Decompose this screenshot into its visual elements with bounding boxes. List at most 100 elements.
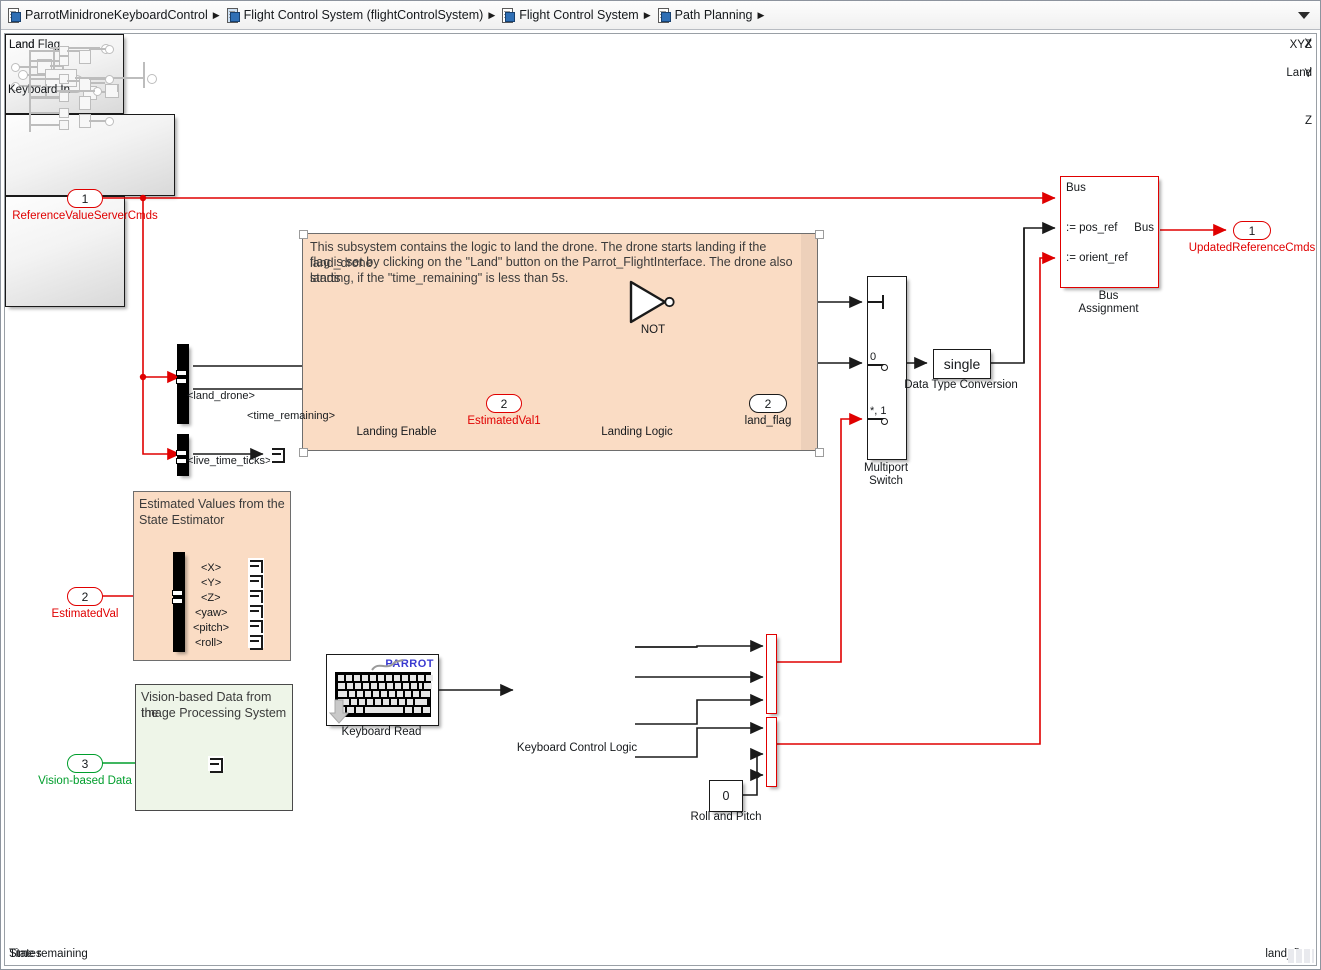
block-multiport-switch[interactable]: 0 *, 1 (867, 276, 907, 460)
breadcrumb-separator-icon: ▶ (488, 10, 495, 21)
port-label-orient-ref: := orient_ref (1066, 252, 1128, 264)
region-resize-handle-top-right[interactable] (815, 230, 824, 239)
estimated-values-annotation-region[interactable]: Estimated Values from the State Estimato… (133, 491, 291, 661)
block-data-type-conversion[interactable]: single (933, 349, 991, 379)
terminator-pitch[interactable] (248, 618, 264, 633)
inport-referencevalueservercmds[interactable]: 1 (67, 189, 103, 208)
inport-label-vision-based-data: Vision-based Data (15, 775, 155, 788)
block-label-landing-logic: Landing Logic (553, 426, 721, 439)
multiport-switch-port-label-0: 0 (870, 351, 876, 363)
outport-label-updatedreferencecmds: UpdatedReferenceCmds (1177, 242, 1317, 255)
down-arrow-icon (329, 699, 351, 725)
inport-label-estimatedval1: EstimatedVal1 (443, 415, 565, 428)
breadcrumb-label: Path Planning (675, 8, 753, 22)
port-label-z: Z (1305, 115, 1312, 127)
subsystem-icon (657, 8, 671, 22)
region-resize-handle-bottom-right[interactable] (815, 448, 824, 457)
inport-number: 2 (82, 590, 89, 604)
bus-selector-land-signals[interactable] (177, 344, 189, 424)
breadcrumb[interactable]: ParrotMinidroneKeyboardControl ▶ Flight … (1, 1, 1321, 30)
signal-label-time-remaining: <time_remaining> (247, 410, 335, 422)
breadcrumb-label: ParrotMinidroneKeyboardControl (25, 8, 208, 22)
annotation-text-line-2: Image Processing System (141, 706, 286, 722)
region-resize-handle-bottom-left[interactable] (299, 448, 308, 457)
block-label-data-type-conversion: Data Type Conversion (901, 379, 1021, 392)
block-not-gate[interactable] (627, 279, 679, 325)
inport-vision-based-data[interactable]: 3 (67, 754, 103, 773)
region-resize-handle-top-left[interactable] (299, 230, 308, 239)
signal-label-live-time-ticks: <live_time_ticks> (187, 455, 271, 467)
breadcrumb-separator-icon: ▶ (644, 10, 651, 21)
constant-value: 0 (723, 789, 730, 803)
outport-land-flag[interactable]: 2 (749, 394, 787, 413)
inport-number: 3 (82, 757, 89, 771)
signal-label-y: <Y> (201, 577, 221, 589)
inport-label-referencevalueservercmds: ReferenceValueServerCmds (4, 210, 170, 223)
breadcrumb-item-flight-control-system[interactable]: Flight Control System ▶ (501, 1, 656, 30)
chevron-down-icon[interactable] (1298, 12, 1310, 19)
signal-label-land-drone: <land_drone> (187, 390, 255, 402)
signal-label-roll: <roll> (195, 637, 223, 649)
inport-number: 1 (82, 192, 89, 206)
bus-selector-estimated-values[interactable] (173, 552, 185, 652)
breadcrumb-label: Flight Control System (flightControlSyst… (244, 8, 484, 22)
outport-updatedreferencecmds[interactable]: 1 (1233, 221, 1271, 240)
block-vector-concatenate-orientation[interactable] (766, 717, 777, 787)
data-type-conversion-value: single (944, 356, 981, 372)
terminator-vision-data[interactable] (208, 756, 224, 771)
block-vector-concatenate-position[interactable] (766, 634, 777, 714)
block-label-bus-assignment-line1: Bus (1060, 290, 1157, 303)
signal-label-x: <X> (201, 562, 221, 574)
outport-label-land-flag: land_flag (725, 415, 811, 428)
model-icon (7, 8, 21, 22)
port-label-y: Y (1304, 68, 1312, 80)
breadcrumb-separator-icon: ▶ (213, 10, 220, 21)
subsystem-icon (501, 8, 515, 22)
resize-grip[interactable] (1288, 949, 1314, 963)
block-label-multiport-switch-line1: Multiport (846, 462, 926, 475)
breadcrumb-item-flight-control-system-reference[interactable]: Flight Control System (flightControlSyst… (226, 1, 502, 30)
port-label-bus-in: Bus (1066, 182, 1086, 194)
annotation-text-line-3: landing, if the "time_remaining" is less… (310, 271, 568, 287)
inport-estimatedval[interactable]: 2 (67, 587, 103, 606)
block-label-landing-enable: Landing Enable (338, 426, 455, 439)
terminator-z[interactable] (248, 588, 264, 603)
inport-estimatedval1[interactable]: 2 (486, 394, 522, 413)
port-label-pos-ref: := pos_ref (1066, 222, 1117, 234)
breadcrumb-label: Flight Control System (519, 8, 638, 22)
signal-label-yaw: <yaw> (195, 607, 227, 619)
block-roll-and-pitch-constant[interactable]: 0 (709, 780, 743, 812)
breadcrumb-item-path-planning[interactable]: Path Planning ▶ (657, 1, 771, 30)
signal-label-pitch: <pitch> (193, 622, 229, 634)
breadcrumb-item-parrotminidronekeyboardcontrol[interactable]: ParrotMinidroneKeyboardControl ▶ (7, 1, 226, 30)
block-label-multiport-switch-line2: Switch (846, 475, 926, 488)
inport-label-estimatedval: EstimatedVal (25, 608, 145, 621)
block-keyboard-read[interactable]: PARROT (326, 654, 439, 726)
port-label-states: States (9, 948, 42, 960)
vision-data-annotation-region[interactable]: Vision-based Data from the Image Process… (135, 684, 293, 811)
block-label-keyboard-read: Keyboard Read (326, 726, 437, 739)
block-label-keyboard-control-logic: Keyboard Control Logic (503, 742, 651, 755)
annotation-text-line-1: Estimated Values from the (139, 497, 285, 513)
breadcrumb-separator-icon: ▶ (757, 10, 764, 21)
block-bus-assignment[interactable]: Bus := pos_ref := orient_ref Bus (1060, 176, 1159, 288)
outport-number: 1 (1249, 224, 1256, 238)
multiport-switch-port-label-1: *, 1 (870, 405, 887, 417)
port-label-bus-out: Bus (1134, 222, 1154, 234)
inport-number: 2 (501, 397, 508, 411)
terminator-yaw[interactable] (248, 603, 264, 618)
signal-label-z: <Z> (201, 592, 221, 604)
subsystem-reference-icon (226, 8, 240, 22)
annotation-text-line-2: State Estimator (139, 513, 224, 529)
block-label-not-gate: NOT (615, 324, 691, 337)
block-label-roll-and-pitch: Roll and Pitch (681, 811, 771, 824)
terminator-x[interactable] (248, 558, 264, 573)
terminator-y[interactable] (248, 573, 264, 588)
block-label-bus-assignment-line2: Assignment (1060, 303, 1157, 316)
model-canvas[interactable]: This subsystem contains the logic to lan… (4, 33, 1317, 966)
terminator-live-time-ticks[interactable] (270, 446, 286, 461)
outport-number: 2 (765, 397, 772, 411)
simulink-editor-window: ParrotMinidroneKeyboardControl ▶ Flight … (0, 0, 1321, 970)
port-label-x: X (1304, 38, 1312, 50)
terminator-roll[interactable] (248, 633, 264, 648)
